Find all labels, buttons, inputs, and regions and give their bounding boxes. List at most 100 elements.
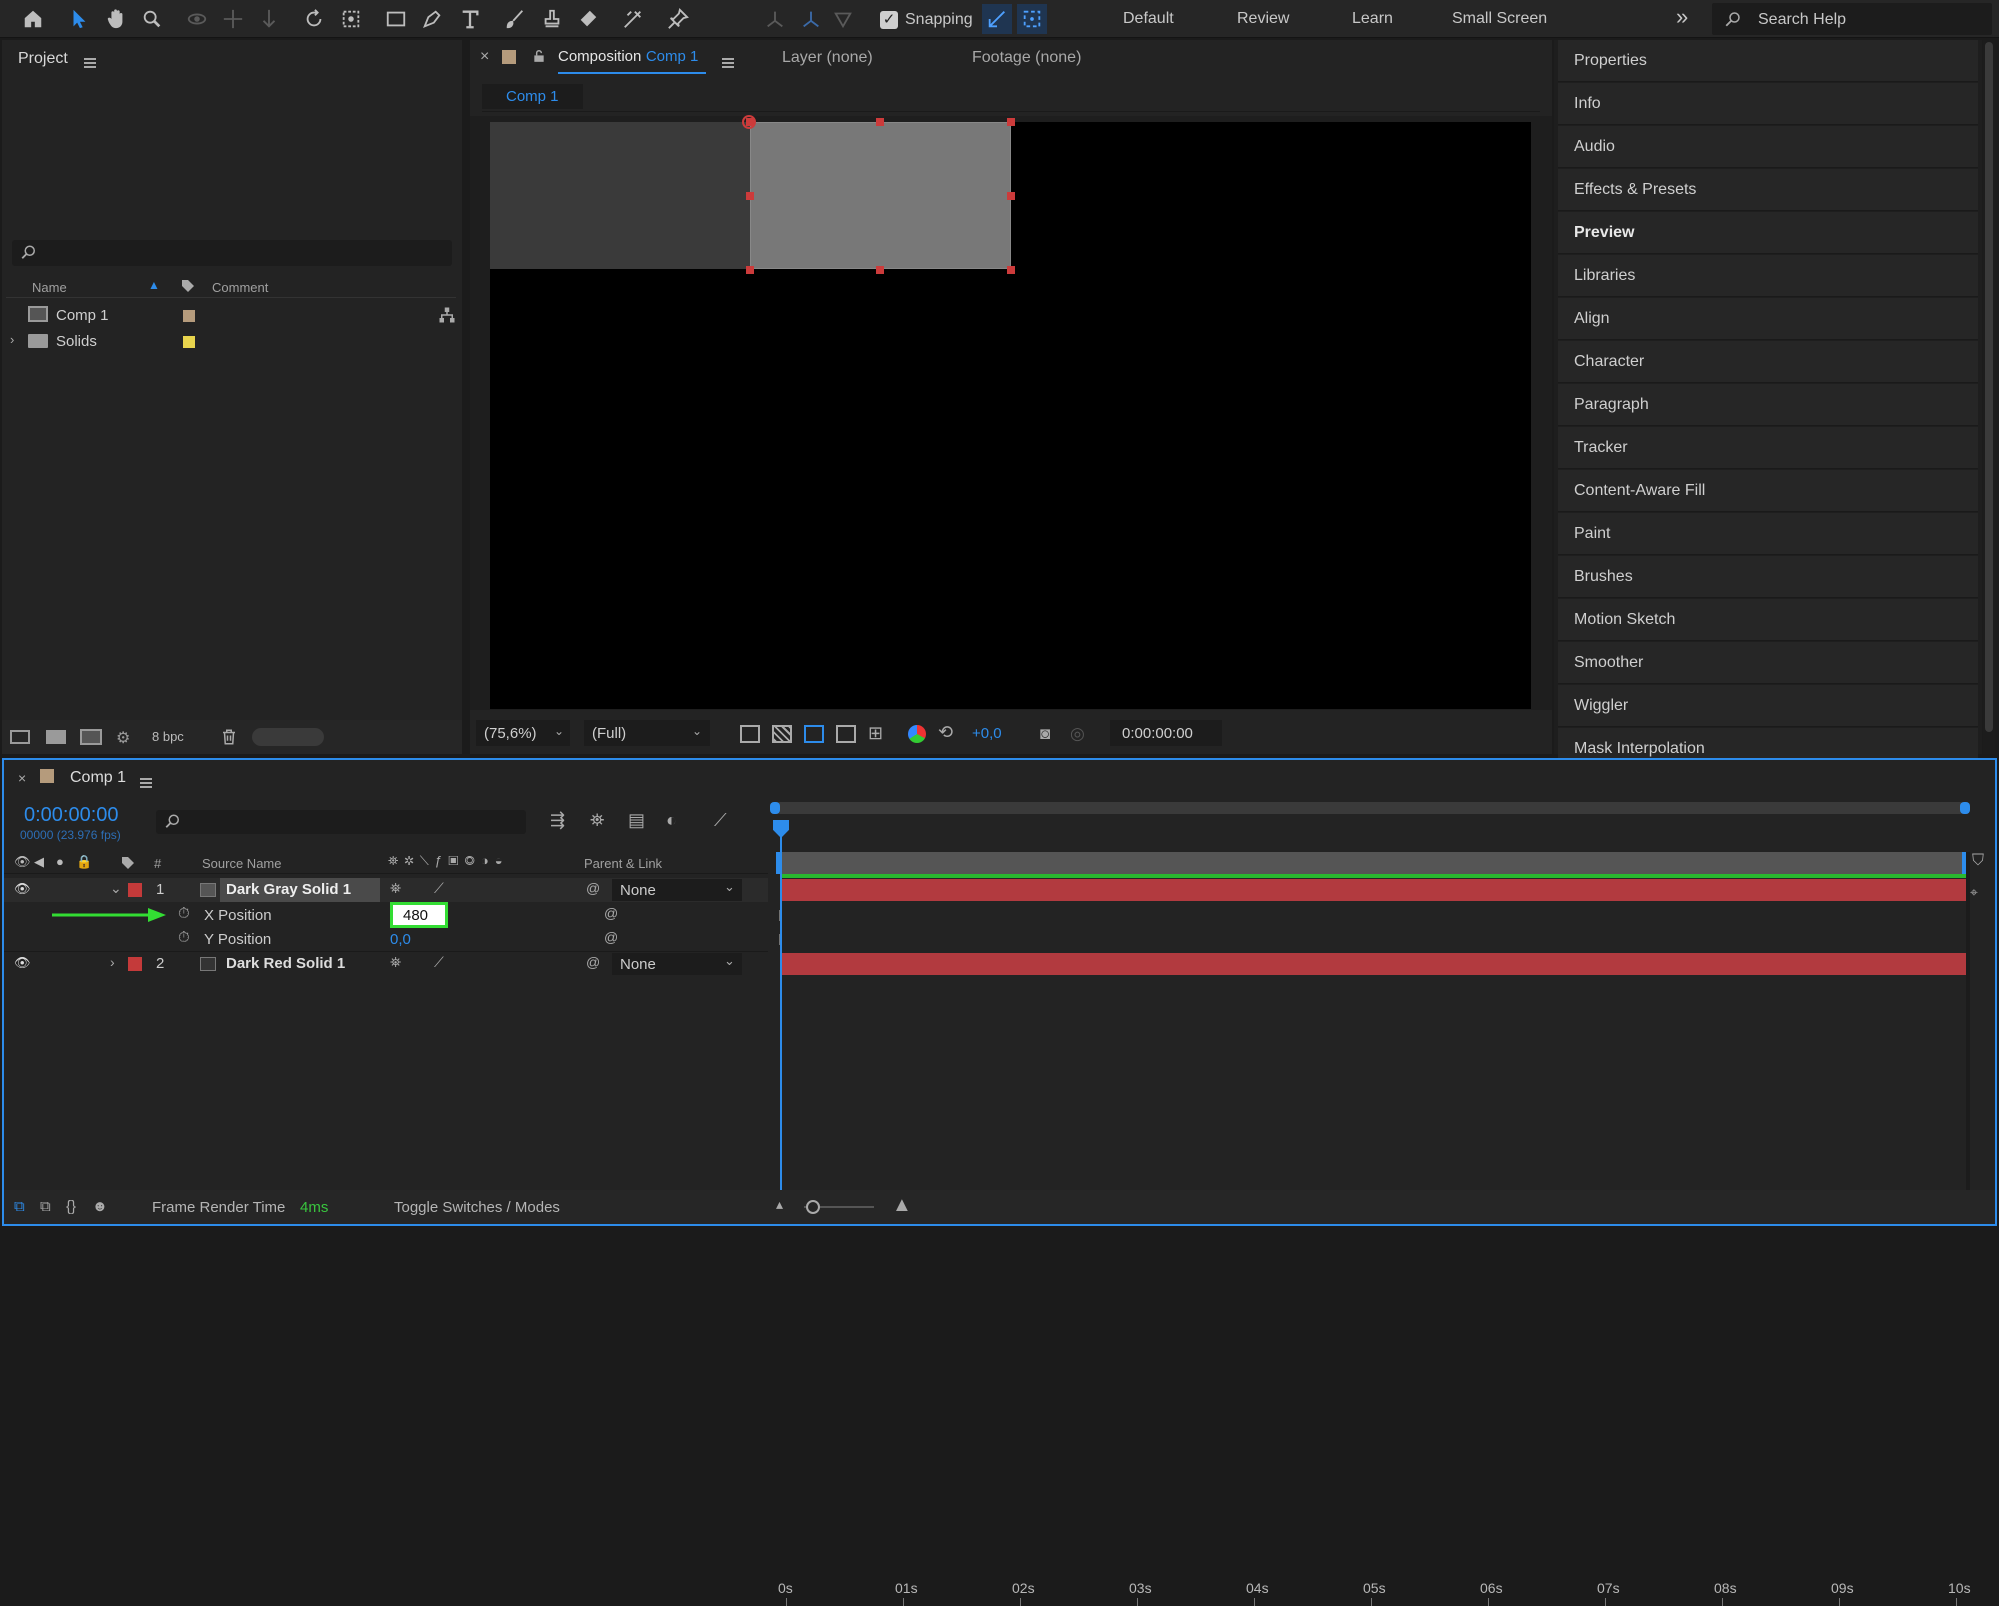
panel-tracker[interactable]: Tracker bbox=[1558, 427, 1978, 469]
right-scrollbar[interactable] bbox=[1983, 40, 1995, 754]
shy-switch-icon[interactable]: ⛯ bbox=[390, 880, 401, 897]
stopwatch-icon[interactable]: ⏱ bbox=[178, 905, 190, 922]
handle-top-right[interactable] bbox=[1007, 118, 1015, 126]
comp-breadcrumb[interactable]: Comp 1 bbox=[482, 84, 583, 109]
home-icon[interactable] bbox=[18, 4, 48, 34]
audio-icon[interactable]: ◀ bbox=[34, 854, 44, 870]
column-name[interactable]: Name bbox=[32, 280, 67, 295]
handle-top-middle[interactable] bbox=[876, 118, 884, 126]
layer-label-swatch[interactable] bbox=[128, 883, 142, 897]
pan-behind-icon[interactable] bbox=[336, 4, 366, 34]
comp-flowchart-icon[interactable]: ⇶ bbox=[550, 810, 565, 831]
panel-content-aware-fill[interactable]: Content-Aware Fill bbox=[1558, 470, 1978, 512]
rotation-tool-icon[interactable] bbox=[299, 4, 329, 34]
motion-blur-icon[interactable]: ◐ bbox=[666, 810, 677, 831]
draft-3d-icon[interactable]: ⛯ bbox=[590, 810, 604, 831]
project-search-input[interactable] bbox=[12, 240, 452, 266]
panel-align[interactable]: Align bbox=[1558, 298, 1978, 340]
y-position-value[interactable]: 0,0 bbox=[390, 931, 411, 948]
panel-smoother[interactable]: Smoother bbox=[1558, 642, 1978, 684]
expand-chevron-icon[interactable]: › bbox=[110, 954, 115, 970]
zoom-slider-thumb[interactable] bbox=[806, 1200, 820, 1214]
mask-visibility-icon[interactable] bbox=[804, 725, 824, 743]
eraser-tool-icon[interactable] bbox=[573, 4, 603, 34]
exposure-value[interactable]: +0,0 bbox=[972, 725, 1002, 742]
resolution-dropdown[interactable]: (Full) ⌄ bbox=[584, 720, 710, 746]
graph-editor-icon[interactable]: ⟋ bbox=[714, 810, 727, 831]
tab-footage[interactable]: Footage (none) bbox=[972, 49, 1081, 67]
current-time[interactable]: 0:00:00:00 bbox=[24, 804, 119, 827]
current-time-indicator[interactable] bbox=[780, 820, 782, 1200]
handle-middle-right[interactable] bbox=[1007, 192, 1015, 200]
pick-whip-icon[interactable]: @ bbox=[604, 905, 618, 921]
anchor-point-icon[interactable] bbox=[742, 115, 756, 129]
workspaces-overflow-icon[interactable]: » bbox=[1676, 4, 1688, 30]
panel-properties[interactable]: Properties bbox=[1558, 40, 1978, 82]
render-time-icon[interactable]: ☻ bbox=[92, 1198, 108, 1215]
project-menu-icon[interactable] bbox=[84, 57, 96, 68]
snap-edges-icon[interactable] bbox=[982, 4, 1012, 34]
snapshot-camera-icon[interactable]: ◙ bbox=[1040, 724, 1050, 744]
expand-chevron-icon[interactable]: › bbox=[10, 332, 14, 347]
frame-blending-icon[interactable]: ▤ bbox=[628, 810, 645, 831]
playhead-handle[interactable] bbox=[773, 820, 789, 838]
snap-features-icon[interactable] bbox=[1017, 4, 1047, 34]
comp-marker-bin-icon[interactable]: ⛉ bbox=[1972, 852, 1984, 870]
search-help-field[interactable]: Search Help bbox=[1712, 3, 1992, 35]
close-tab-icon[interactable]: × bbox=[480, 48, 489, 66]
x-position-input[interactable]: 480 bbox=[390, 902, 448, 928]
selection-tool-icon[interactable] bbox=[64, 4, 94, 34]
timeline-search-input[interactable] bbox=[156, 810, 526, 834]
handle-middle-left[interactable] bbox=[746, 192, 754, 200]
magnification-dropdown[interactable]: (75,6%) ⌄ bbox=[476, 720, 570, 746]
brush-tool-icon[interactable] bbox=[500, 4, 530, 34]
world-axis-icon[interactable] bbox=[796, 4, 826, 34]
timeline-tab[interactable]: Comp 1 bbox=[70, 769, 126, 787]
label-color-swatch[interactable] bbox=[183, 336, 195, 348]
roto-brush-icon[interactable] bbox=[618, 4, 648, 34]
work-area-bar[interactable] bbox=[774, 802, 1966, 814]
video-eye-icon[interactable]: 👁 bbox=[14, 854, 31, 870]
layer-switches-icon[interactable]: ⧉ bbox=[14, 1198, 25, 1215]
panel-libraries[interactable]: Libraries bbox=[1558, 255, 1978, 297]
tab-layer[interactable]: Layer (none) bbox=[782, 49, 873, 67]
layer-row-1[interactable]: 👁 ⌄ 1 Dark Gray Solid 1 ⛯ ⟋ @ None ⌄ bbox=[4, 878, 768, 902]
panel-character[interactable]: Character bbox=[1558, 341, 1978, 383]
dolly-camera-icon[interactable] bbox=[254, 4, 284, 34]
quality-switch-icon[interactable]: ⟋ bbox=[434, 954, 444, 971]
workspace-small-screen[interactable]: Small Screen bbox=[1452, 10, 1547, 28]
handle-bottom-middle[interactable] bbox=[876, 266, 884, 274]
workspace-learn[interactable]: Learn bbox=[1352, 10, 1393, 28]
panel-info[interactable]: Info bbox=[1558, 83, 1978, 125]
visibility-eye-icon[interactable]: 👁 bbox=[14, 881, 31, 897]
shy-switch-icon[interactable]: ⛯ bbox=[390, 954, 401, 971]
snapping-checkbox[interactable]: ✓ bbox=[880, 11, 898, 29]
column-comment[interactable]: Comment bbox=[212, 280, 268, 295]
local-axis-icon[interactable] bbox=[760, 4, 790, 34]
handle-bottom-left[interactable] bbox=[746, 266, 754, 274]
grid-guides-icon[interactable]: ⊞ bbox=[868, 723, 883, 744]
panel-preview[interactable]: Preview bbox=[1558, 212, 1978, 254]
panel-effects-presets[interactable]: Effects & Presets bbox=[1558, 169, 1978, 211]
region-of-interest-icon[interactable] bbox=[836, 725, 856, 743]
panel-motion-sketch[interactable]: Motion Sketch bbox=[1558, 599, 1978, 641]
dark-gray-solid-layer[interactable] bbox=[750, 122, 1011, 269]
settings-icon[interactable]: ⚙ bbox=[116, 728, 130, 748]
viewer-menu-icon[interactable] bbox=[722, 57, 734, 68]
comp-work-area[interactable] bbox=[780, 852, 1966, 874]
close-tab-icon[interactable]: × bbox=[18, 770, 26, 786]
solo-icon[interactable]: ● bbox=[56, 854, 64, 869]
transparency-grid-icon[interactable] bbox=[772, 725, 792, 743]
channel-rgb-icon[interactable] bbox=[908, 725, 926, 743]
pen-tool-icon[interactable] bbox=[417, 4, 447, 34]
zoom-out-icon[interactable]: ▴ bbox=[776, 1196, 783, 1213]
layer-bar-1[interactable] bbox=[780, 879, 1966, 901]
layer-row-2[interactable]: 👁 › 2 Dark Red Solid 1 ⛯ ⟋ @ None ⌄ bbox=[4, 951, 768, 975]
toggle-switches-modes[interactable]: Toggle Switches / Modes bbox=[394, 1199, 560, 1216]
label-color-swatch[interactable] bbox=[183, 310, 195, 322]
thumbnail-slider[interactable] bbox=[252, 728, 324, 746]
puppet-pin-icon[interactable] bbox=[663, 4, 693, 34]
panel-paragraph[interactable]: Paragraph bbox=[1558, 384, 1978, 426]
collapse-chevron-icon[interactable]: ⌄ bbox=[110, 880, 122, 897]
parent-dropdown[interactable]: None ⌄ bbox=[612, 953, 742, 975]
